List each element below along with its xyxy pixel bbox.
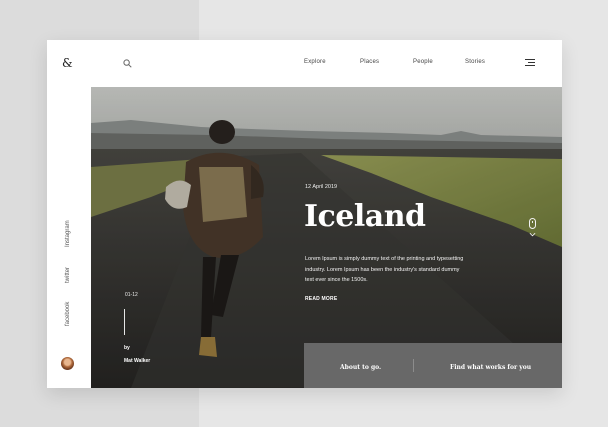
menu-line (525, 59, 535, 60)
mouse-scroll-icon[interactable] (529, 218, 536, 229)
divider-line (124, 309, 125, 335)
find-what-works-link[interactable]: Find what works for you (450, 364, 531, 372)
menu-line (528, 62, 535, 63)
hero-description: Lorem Ipsum is simply dummy text of the … (305, 256, 464, 283)
hero-title: Iceland (304, 199, 426, 234)
avatar[interactable] (61, 357, 74, 370)
bottom-action-panel: About to go. Find what works for you (304, 343, 562, 388)
nav-item-people[interactable]: People (413, 58, 433, 66)
menu-line (525, 65, 535, 66)
author-name[interactable]: Mat Walker (124, 358, 154, 364)
about-to-go-link[interactable]: About to go. (340, 364, 381, 372)
author-by-label: by (124, 345, 130, 351)
mouse-wheel (532, 221, 533, 223)
nav-item-places[interactable]: Places (360, 58, 379, 66)
social-link-twitter[interactable]: twitter (65, 267, 72, 283)
search-icon[interactable] (123, 59, 132, 68)
nav-item-stories[interactable]: Stories (465, 58, 485, 66)
hero-date: 12 April 2019 (305, 184, 338, 190)
panel-divider (413, 359, 414, 372)
social-link-instagram[interactable]: Instagram (65, 220, 72, 247)
landing-card: & Explore Places People Stories Instagra… (47, 40, 562, 388)
slide-counter: 01-12 (125, 292, 138, 298)
chevron-down-icon[interactable] (529, 232, 536, 237)
nav-item-explore[interactable]: Explore (304, 58, 326, 66)
brand-logo[interactable]: & (62, 57, 73, 69)
read-more-link[interactable]: READ MORE (305, 296, 337, 303)
hero-section: 12 April 2019 Iceland Lorem Ipsum is sim… (91, 87, 562, 388)
hamburger-menu-icon[interactable] (525, 59, 535, 67)
social-link-facebook[interactable]: facebook (65, 302, 72, 326)
